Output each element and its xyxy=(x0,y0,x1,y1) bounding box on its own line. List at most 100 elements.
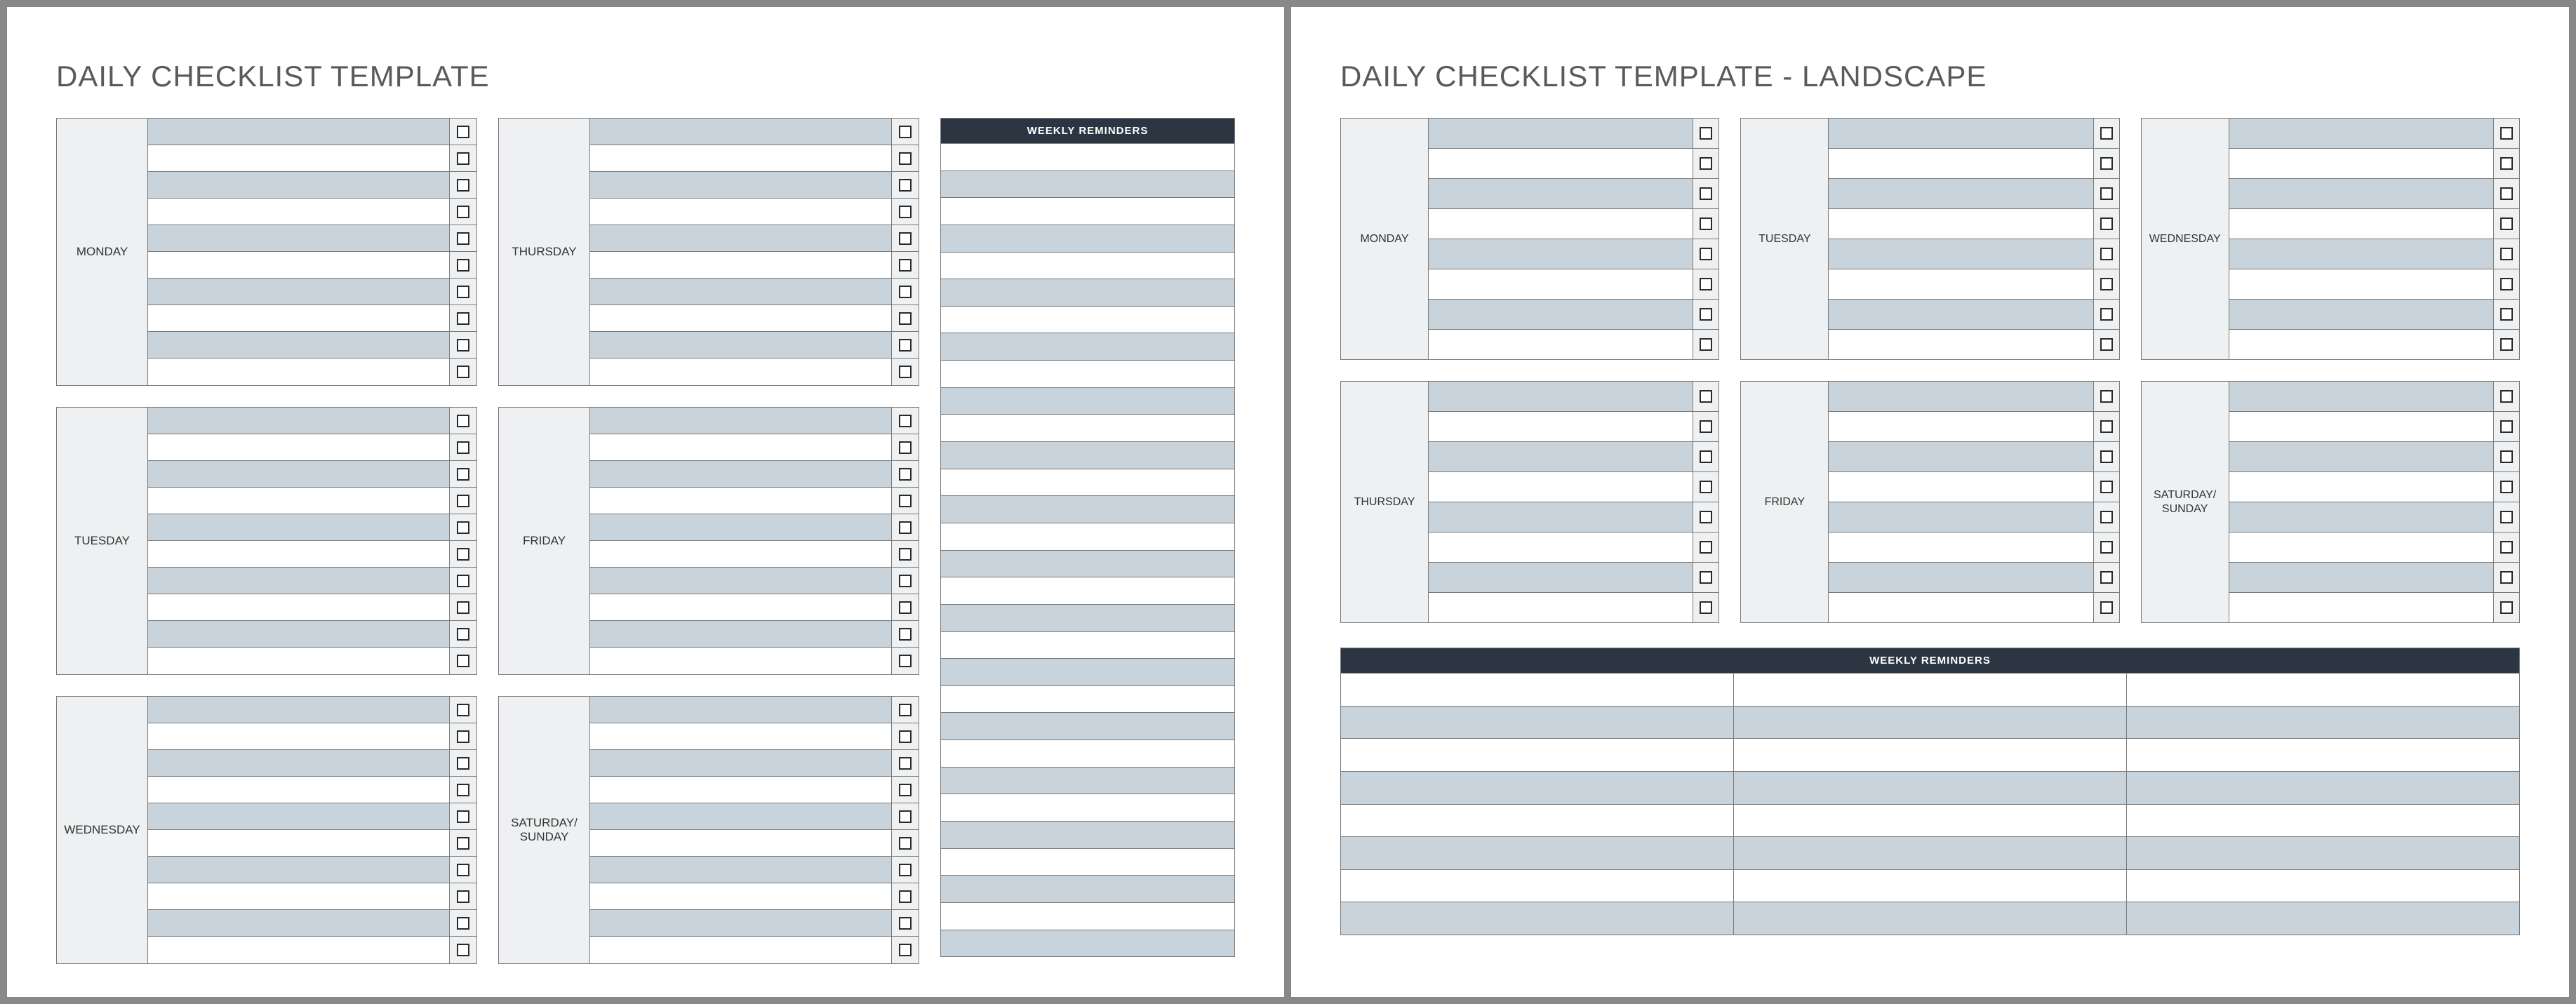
checkbox-icon[interactable] xyxy=(2500,308,2513,321)
task-text-cell[interactable] xyxy=(148,777,450,803)
checkbox-icon[interactable] xyxy=(899,730,912,743)
checkbox-icon[interactable] xyxy=(457,837,469,850)
checkbox-icon[interactable] xyxy=(457,152,469,165)
reminder-row[interactable] xyxy=(941,659,1234,686)
reminder-cell[interactable] xyxy=(1341,674,1734,706)
task-text-cell[interactable] xyxy=(2229,442,2494,471)
reminder-row[interactable] xyxy=(941,876,1234,903)
checkbox-icon[interactable] xyxy=(2500,450,2513,463)
checkbox-icon[interactable] xyxy=(1700,308,1712,321)
checkbox-icon[interactable] xyxy=(1700,127,1712,140)
task-text-cell[interactable] xyxy=(590,830,892,856)
reminder-cell[interactable] xyxy=(1734,739,2127,771)
checkbox-icon[interactable] xyxy=(457,179,469,192)
reminder-row[interactable] xyxy=(941,768,1234,795)
checkbox-icon[interactable] xyxy=(1700,278,1712,290)
reminder-row[interactable] xyxy=(941,361,1234,388)
task-text-cell[interactable] xyxy=(1829,502,2093,532)
checkbox-icon[interactable] xyxy=(2500,481,2513,493)
task-text-cell[interactable] xyxy=(148,697,450,723)
checkbox-icon[interactable] xyxy=(1700,248,1712,260)
task-text-cell[interactable] xyxy=(148,594,450,620)
task-text-cell[interactable] xyxy=(1829,472,2093,502)
reminder-row[interactable] xyxy=(941,307,1234,334)
reminder-row[interactable] xyxy=(941,333,1234,361)
reminder-cell[interactable] xyxy=(2127,674,2519,706)
task-text-cell[interactable] xyxy=(1429,472,1693,502)
checkbox-icon[interactable] xyxy=(2100,157,2113,170)
task-text-cell[interactable] xyxy=(148,621,450,647)
task-text-cell[interactable] xyxy=(590,594,892,620)
checkbox-icon[interactable] xyxy=(899,179,912,192)
checkbox-icon[interactable] xyxy=(899,890,912,903)
task-text-cell[interactable] xyxy=(2229,300,2494,329)
task-text-cell[interactable] xyxy=(2229,533,2494,562)
checkbox-icon[interactable] xyxy=(2100,217,2113,230)
task-text-cell[interactable] xyxy=(1829,563,2093,592)
task-text-cell[interactable] xyxy=(148,145,450,171)
task-text-cell[interactable] xyxy=(148,648,450,674)
reminder-row[interactable] xyxy=(941,469,1234,497)
checkbox-icon[interactable] xyxy=(899,286,912,298)
task-text-cell[interactable] xyxy=(1829,119,2093,148)
reminder-cell[interactable] xyxy=(1734,805,2127,837)
reminder-cell[interactable] xyxy=(1341,739,1734,771)
task-text-cell[interactable] xyxy=(590,359,892,385)
checkbox-icon[interactable] xyxy=(2100,308,2113,321)
reminder-cell[interactable] xyxy=(1734,902,2127,935)
task-text-cell[interactable] xyxy=(2229,412,2494,441)
task-text-cell[interactable] xyxy=(148,830,450,856)
reminder-row[interactable] xyxy=(941,605,1234,632)
task-text-cell[interactable] xyxy=(590,408,892,434)
checkbox-icon[interactable] xyxy=(2500,278,2513,290)
task-text-cell[interactable] xyxy=(1429,533,1693,562)
checkbox-icon[interactable] xyxy=(899,206,912,218)
task-text-cell[interactable] xyxy=(1829,382,2093,411)
reminder-cell[interactable] xyxy=(1734,870,2127,902)
task-text-cell[interactable] xyxy=(590,910,892,936)
checkbox-icon[interactable] xyxy=(2100,248,2113,260)
task-text-cell[interactable] xyxy=(590,225,892,251)
checkbox-icon[interactable] xyxy=(2100,127,2113,140)
task-text-cell[interactable] xyxy=(148,434,450,460)
checkbox-icon[interactable] xyxy=(2500,541,2513,554)
task-text-cell[interactable] xyxy=(148,488,450,514)
checkbox-icon[interactable] xyxy=(899,784,912,796)
task-text-cell[interactable] xyxy=(590,937,892,963)
task-text-cell[interactable] xyxy=(1829,442,2093,471)
task-text-cell[interactable] xyxy=(1429,119,1693,148)
task-text-cell[interactable] xyxy=(1429,593,1693,622)
task-text-cell[interactable] xyxy=(148,937,450,963)
task-text-cell[interactable] xyxy=(590,777,892,803)
task-text-cell[interactable] xyxy=(2229,149,2494,178)
task-text-cell[interactable] xyxy=(148,225,450,251)
task-text-cell[interactable] xyxy=(148,541,450,567)
reminder-cell[interactable] xyxy=(1734,707,2127,739)
checkbox-icon[interactable] xyxy=(899,415,912,427)
task-text-cell[interactable] xyxy=(2229,119,2494,148)
checkbox-icon[interactable] xyxy=(2100,601,2113,614)
checkbox-icon[interactable] xyxy=(2100,541,2113,554)
checkbox-icon[interactable] xyxy=(1700,571,1712,584)
task-text-cell[interactable] xyxy=(590,803,892,829)
task-text-cell[interactable] xyxy=(590,750,892,776)
checkbox-icon[interactable] xyxy=(2100,481,2113,493)
checkbox-icon[interactable] xyxy=(457,601,469,614)
checkbox-icon[interactable] xyxy=(2100,338,2113,351)
reminder-cell[interactable] xyxy=(2127,707,2519,739)
task-text-cell[interactable] xyxy=(590,279,892,304)
checkbox-icon[interactable] xyxy=(899,944,912,956)
checkbox-icon[interactable] xyxy=(457,730,469,743)
reminder-cell[interactable] xyxy=(1341,902,1734,935)
checkbox-icon[interactable] xyxy=(457,810,469,823)
task-text-cell[interactable] xyxy=(148,279,450,304)
task-text-cell[interactable] xyxy=(2229,239,2494,269)
reminder-row[interactable] xyxy=(941,225,1234,253)
task-text-cell[interactable] xyxy=(1429,209,1693,239)
checkbox-icon[interactable] xyxy=(457,415,469,427)
checkbox-icon[interactable] xyxy=(2100,511,2113,523)
checkbox-icon[interactable] xyxy=(457,468,469,481)
task-text-cell[interactable] xyxy=(2229,593,2494,622)
task-text-cell[interactable] xyxy=(2229,269,2494,299)
checkbox-icon[interactable] xyxy=(457,312,469,325)
